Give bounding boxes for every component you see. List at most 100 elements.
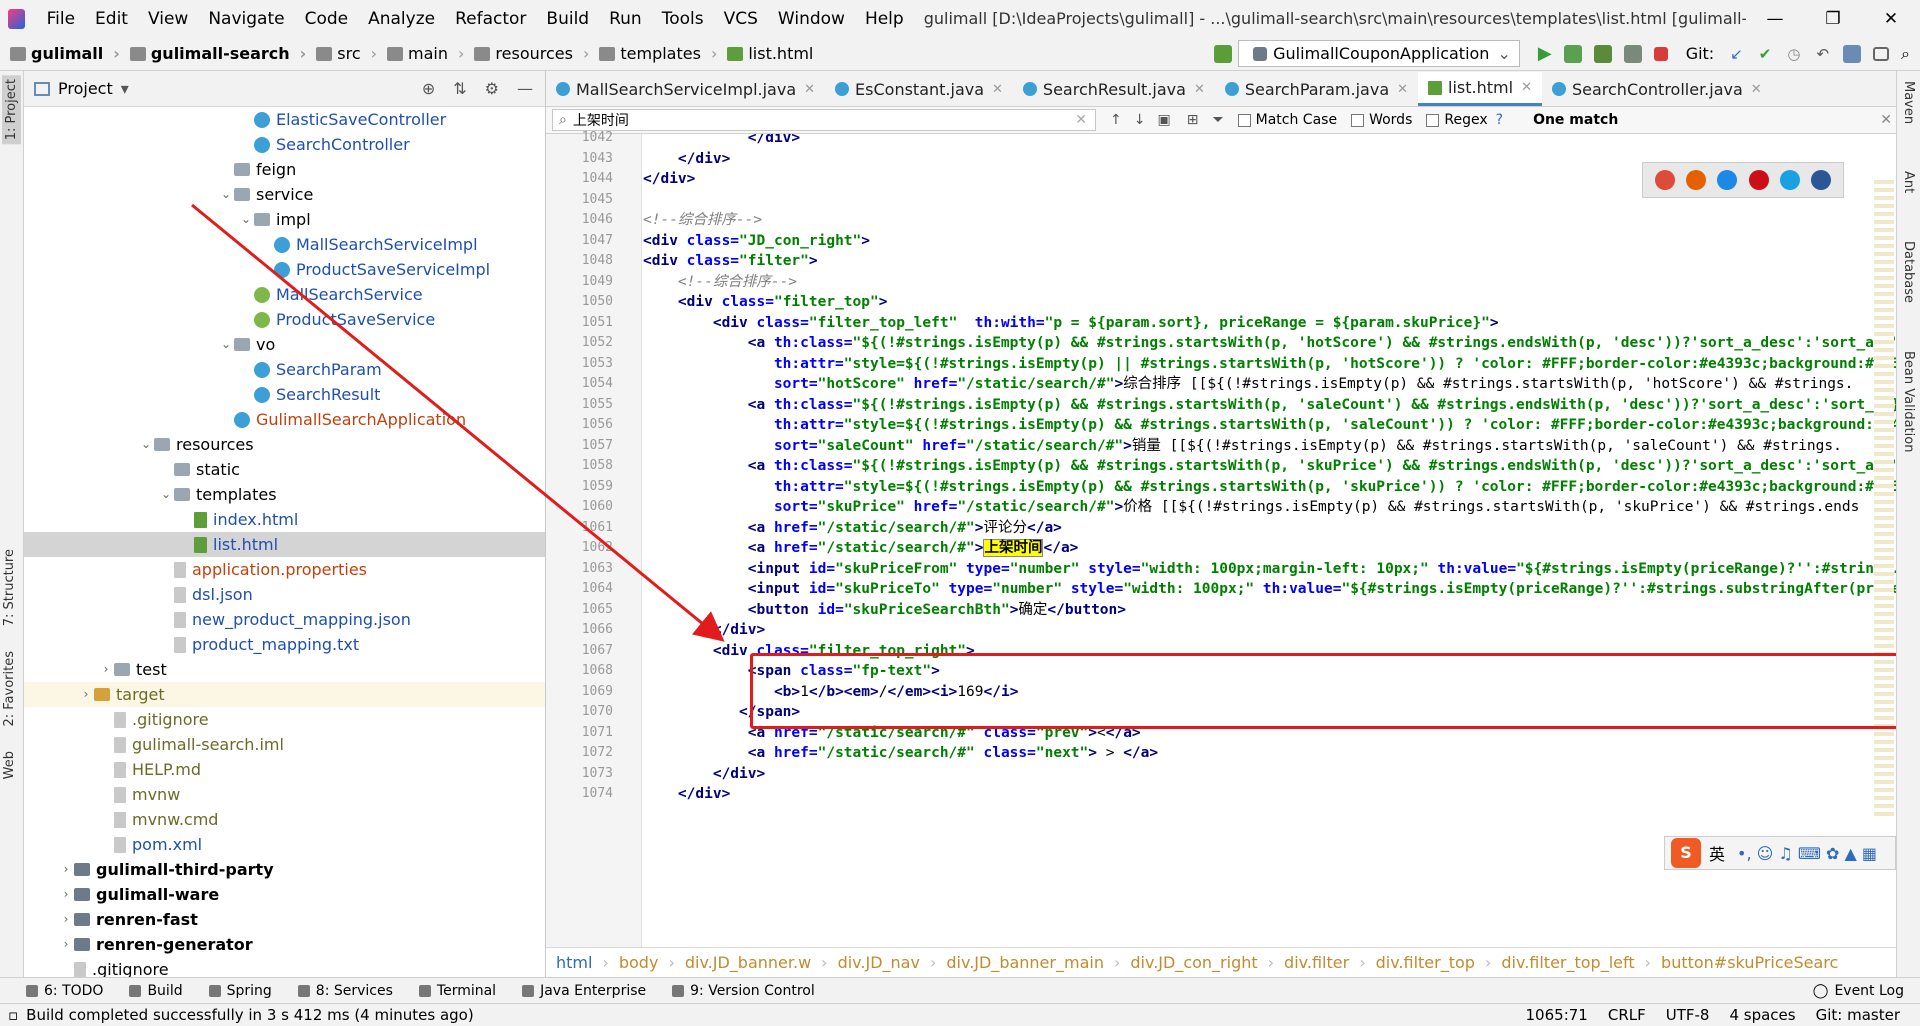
project-tree-item[interactable]: MallSearchServiceImpl <box>24 232 545 257</box>
menu-item-navigate[interactable]: Navigate <box>198 9 294 29</box>
editor-breadcrumb-item[interactable]: div.JD_banner_main <box>936 953 1114 972</box>
expand-arrow-icon[interactable]: ⌄ <box>218 182 234 207</box>
project-tree-item[interactable]: ⌄ impl <box>24 207 545 232</box>
git-branch[interactable]: Git: master <box>1816 1006 1900 1024</box>
file-encoding[interactable]: UTF-8 <box>1666 1006 1710 1024</box>
select-all-icon[interactable]: ▣ <box>1157 112 1170 128</box>
menu-item-build[interactable]: Build <box>536 9 599 29</box>
tool-tab-ant[interactable]: Ant <box>1901 171 1916 193</box>
window-layout-icon[interactable] <box>1873 46 1890 61</box>
menu-item-window[interactable]: Window <box>768 9 855 29</box>
ime-icons[interactable]: •, ☺ ♫ ⌨ ✿ ▲ ▦ <box>1737 844 1877 863</box>
code-line[interactable]: </div> <box>643 620 765 641</box>
close-tab-icon[interactable]: ✕ <box>1397 82 1408 97</box>
edge-icon[interactable] <box>1811 170 1832 190</box>
project-tree-item[interactable]: mvnw <box>24 782 545 807</box>
project-tree-item[interactable]: SearchParam <box>24 357 545 382</box>
code-line[interactable]: <div class="filter_top"> <box>643 292 888 313</box>
close-tab-icon[interactable]: ✕ <box>992 82 1003 97</box>
project-tree-item[interactable]: static <box>24 457 545 482</box>
project-tree-item[interactable]: MallSearchService <box>24 282 545 307</box>
project-tree-item[interactable]: new_product_mapping.json <box>24 607 545 632</box>
project-tree-item[interactable]: ⌄ service <box>24 182 545 207</box>
collapse-arrow-icon[interactable]: › <box>58 882 74 907</box>
chrome-icon[interactable] <box>1654 170 1675 190</box>
close-tab-icon[interactable]: ✕ <box>804 82 815 97</box>
project-tree-item[interactable]: › gulimall-third-party <box>24 857 545 882</box>
code-line[interactable]: </div> <box>643 764 765 785</box>
editor-breadcrumb-item[interactable]: button#skuPriceSearc <box>1651 953 1848 972</box>
project-tree-item[interactable]: › renren-generator <box>24 932 545 957</box>
code-line[interactable]: <div class="filter"> <box>643 251 818 272</box>
code-line[interactable]: <a th:class="${(!#strings.isEmpty(p) && … <box>643 395 1902 416</box>
tool-tab-structure[interactable]: 7: Structure <box>2 549 17 626</box>
chevron-down-icon[interactable]: ▾ <box>121 79 129 98</box>
collapse-arrow-icon[interactable]: › <box>78 682 94 707</box>
code-line[interactable]: <a href="/static/search/#" class="next">… <box>643 743 1158 764</box>
code-line[interactable]: <input id="skuPriceFrom" type="number" s… <box>643 559 1902 580</box>
project-tree-item[interactable]: feign <box>24 157 545 182</box>
ime-language[interactable]: 英 <box>1709 841 1725 865</box>
expand-arrow-icon[interactable]: ⌄ <box>158 482 174 507</box>
project-tree-item[interactable]: ⌄ vo <box>24 332 545 357</box>
tool-tab-database[interactable]: Database <box>1901 241 1916 303</box>
close-tab-icon[interactable]: ✕ <box>1521 80 1532 95</box>
code-line[interactable]: <a href="/static/search/#">评论分</a> <box>643 518 1062 539</box>
regex-option[interactable]: Regex? <box>1426 112 1503 128</box>
project-tree-item[interactable]: › renren-fast <box>24 907 545 932</box>
code-line[interactable]: th:attr="style=${(!#strings.isEmpty(p) &… <box>643 477 1902 498</box>
tool-tab-maven[interactable]: Maven <box>1901 81 1916 124</box>
project-tree-item[interactable]: index.html <box>24 507 545 532</box>
expand-arrow-icon[interactable]: ⌄ <box>218 332 234 357</box>
project-tree-item[interactable]: ⌄ resources <box>24 432 545 457</box>
project-tree-item[interactable]: SearchController <box>24 132 545 157</box>
git-history-icon[interactable]: ◷ <box>1787 45 1800 63</box>
code-line[interactable]: <div class="JD_con_right"> <box>643 231 870 252</box>
breadcrumb-item[interactable]: src › <box>306 44 377 63</box>
hide-icon[interactable]: — <box>517 79 533 98</box>
match-case-checkbox[interactable] <box>1237 113 1251 127</box>
editor-tab[interactable]: SearchController.java ✕ <box>1542 72 1772 106</box>
project-tree-item[interactable]: › target <box>24 682 545 707</box>
project-structure-icon[interactable] <box>1843 44 1862 63</box>
bottom-tool-tab[interactable]: Java Enterprise <box>522 983 646 999</box>
breadcrumb-item[interactable]: list.html <box>717 44 813 63</box>
project-tree-item[interactable]: ElasticSaveController <box>24 107 545 132</box>
menu-item-analyze[interactable]: Analyze <box>358 9 445 29</box>
bottom-tool-tab[interactable]: 6: TODO <box>26 983 103 999</box>
project-tree-item[interactable]: dsl.json <box>24 582 545 607</box>
search-input[interactable]: ⌕ 上架时间 ✕ <box>552 109 1096 131</box>
code-line[interactable]: <a href="/static/search/#">上架时间</a> <box>643 538 1078 559</box>
project-tree-item[interactable]: ProductSaveServiceImpl <box>24 257 545 282</box>
project-tree-item[interactable]: SearchResult <box>24 382 545 407</box>
code-line[interactable]: <button id="skuPriceSearchBth">确定</butto… <box>643 600 1126 621</box>
match-case-option[interactable]: Match Case <box>1237 112 1337 128</box>
code-line[interactable]: sort="hotScore" href="/static/search/#">… <box>643 374 1853 395</box>
code-line[interactable]: </div> <box>643 149 730 170</box>
editor-breadcrumb-item[interactable]: div.JD_con_right <box>1120 953 1267 972</box>
project-tree-item[interactable]: product_mapping.txt <box>24 632 545 657</box>
restore-icon[interactable]: ❐ <box>1804 9 1862 29</box>
git-update-icon[interactable]: ↙ <box>1730 45 1743 63</box>
menu-item-code[interactable]: Code <box>295 9 359 29</box>
git-rollback-icon[interactable]: ↶ <box>1816 45 1829 63</box>
code-line[interactable]: <a th:class="${(!#strings.isEmpty(p) && … <box>643 333 1900 354</box>
event-log-tab[interactable]: ◯ Event Log <box>1813 983 1904 999</box>
menu-item-help[interactable]: Help <box>855 9 914 29</box>
locate-icon[interactable]: ⊕ <box>422 79 435 98</box>
words-option[interactable]: Words <box>1351 112 1412 128</box>
project-tree-item[interactable]: ⌄ templates <box>24 482 545 507</box>
opera-icon[interactable] <box>1748 170 1769 190</box>
bottom-tool-tab[interactable]: Spring <box>208 983 272 999</box>
menu-item-view[interactable]: View <box>138 9 198 29</box>
breadcrumb-item[interactable]: gulimall › <box>0 44 120 63</box>
close-find-icon[interactable]: ✕ <box>1880 112 1892 128</box>
run-icon[interactable]: ▶ <box>1538 43 1552 64</box>
regex-checkbox[interactable] <box>1426 113 1440 127</box>
code-line[interactable]: <input id="skuPriceTo" type="number" sty… <box>643 579 1902 600</box>
tool-tab-web[interactable]: Web <box>2 751 17 779</box>
editor-breadcrumb-item[interactable]: body <box>609 953 669 972</box>
code-line[interactable]: th:attr="style=${(!#strings.isEmpty(p) &… <box>643 415 1902 436</box>
stop-icon[interactable] <box>1653 46 1668 61</box>
project-tree-item[interactable]: pom.xml <box>24 832 545 857</box>
